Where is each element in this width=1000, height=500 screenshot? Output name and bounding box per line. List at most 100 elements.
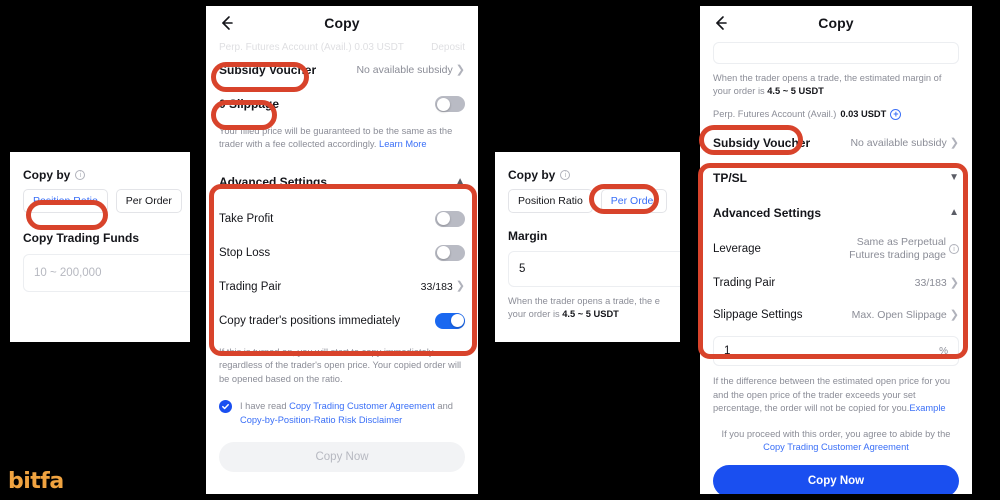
panel2-header: Copy [206, 6, 478, 40]
copy-trading-funds-placeholder: 10 ~ 200,000 [34, 267, 102, 279]
margin-input[interactable]: 5 [508, 251, 680, 287]
subsidy-voucher-row[interactable]: Subsidy Voucher No available subsidy ❯ [713, 125, 959, 161]
advanced-settings-label: Advanced Settings [219, 174, 328, 189]
learn-more-link[interactable]: Learn More [379, 139, 427, 149]
plus-circle-icon[interactable]: + [890, 109, 902, 121]
copy-trading-funds-input[interactable]: 10 ~ 200,000 [23, 254, 190, 292]
chevron-right-icon: ❯ [949, 308, 959, 321]
agreement-text: I have read Copy Trading Customer Agreem… [240, 400, 453, 428]
slippage-settings-value: Max. Open Slippage ❯ [852, 309, 959, 321]
futures-account-value: 0.03 USDT [840, 108, 887, 119]
zero-slippage-toggle[interactable] [435, 96, 465, 112]
copy-now-button[interactable]: Copy Now [713, 464, 959, 494]
screenshot-canvas: Copy by i Position Ratio Per Order Copy … [0, 0, 1000, 500]
leverage-label: Leverage [713, 243, 761, 256]
slippage-note-line2: trader with a fee collected accordingly. [219, 139, 380, 150]
margin-note-amount: 4.5 ~ 5 USDT [767, 86, 824, 97]
advanced-settings-header[interactable]: Advanced Settings ▲ [713, 195, 959, 231]
subsidy-voucher-value-text: No available subsidy [850, 137, 947, 150]
take-profit-toggle[interactable] [435, 210, 465, 227]
slippage-explain-note: If the difference between the estimated … [713, 375, 959, 415]
take-profit-row[interactable]: Take Profit [219, 202, 465, 236]
subsidy-voucher-label: Subsidy Voucher [219, 63, 317, 77]
leverage-value: Same as Perpetual Futures trading page i [849, 236, 959, 263]
margin-input-clipped[interactable] [713, 42, 959, 64]
agreement-link-disclaimer[interactable]: Copy-by-Position-Ratio Risk Disclaimer [240, 415, 402, 425]
panel-copy-position-ratio-full: Copy Perp. Futures Account (Avail.) 0.03… [206, 6, 478, 494]
chevron-up-icon: ▲ [949, 207, 959, 219]
slippage-settings-row[interactable]: Slippage Settings Max. Open Slippage ❯ [713, 299, 959, 331]
agreement-row[interactable]: I have read Copy Trading Customer Agreem… [219, 400, 465, 428]
margin-note-line2: your order is [508, 309, 563, 320]
chevron-right-icon: ❯ [949, 276, 959, 289]
margin-note-line2: your order is [713, 86, 768, 97]
advanced-settings-header[interactable]: Advanced Settings ▲ [219, 162, 465, 202]
margin-note-line1: When the trader opens a trade, the estim… [713, 73, 942, 83]
advanced-settings-label: Advanced Settings [713, 206, 822, 221]
copy-immediately-toggle[interactable] [435, 312, 465, 329]
copy-now-button-disabled[interactable]: Copy Now [219, 442, 465, 473]
zero-slippage-row[interactable]: 0 Slippage [219, 87, 465, 121]
info-icon[interactable]: i [75, 170, 86, 180]
margin-note-line1: When the trader opens a trade, the e [508, 296, 660, 306]
futures-account-label: Perp. Futures Account (Avail.) [713, 108, 837, 119]
stop-loss-row[interactable]: Stop Loss [219, 236, 465, 270]
tpsl-label: TP/SL [713, 171, 748, 186]
zero-slippage-label: 0 Slippage [219, 97, 280, 111]
example-link[interactable]: Example [909, 403, 945, 413]
agreement-note-text: If you proceed with this order, you agre… [721, 428, 951, 439]
stop-loss-label: Stop Loss [219, 246, 271, 259]
chevron-down-icon: ▼ [949, 172, 959, 184]
info-icon[interactable]: i [949, 244, 959, 255]
subsidy-voucher-label: Subsidy Voucher [713, 136, 811, 151]
segment-position-ratio[interactable]: Position Ratio [23, 189, 108, 213]
copy-immediately-label: Copy trader's positions immediately [219, 314, 401, 327]
watermark-bitfa: bitfa [8, 469, 64, 494]
segment-per-order[interactable]: Per Order [600, 189, 667, 213]
stop-loss-toggle[interactable] [435, 244, 465, 261]
segment-per-order[interactable]: Per Order [115, 189, 182, 213]
slippage-note: Your filled price will be guaranteed to … [219, 125, 465, 152]
copy-by-label: Copy by [508, 168, 556, 182]
tpsl-row[interactable]: TP/SL ▼ [713, 161, 959, 195]
trading-pair-value-text: 33/183 [914, 277, 947, 290]
copy-immediately-note: If this is turned on, you will start to … [219, 346, 462, 384]
chevron-right-icon: ❯ [455, 63, 465, 76]
copy-immediately-row[interactable]: Copy trader's positions immediately [219, 304, 465, 338]
margin-estimate-note: When the trader opens a trade, the e you… [508, 295, 667, 322]
trading-pair-row[interactable]: Trading Pair 33/183 ❯ [713, 267, 959, 299]
segment-position-ratio[interactable]: Position Ratio [508, 189, 593, 213]
agreement-link-customer[interactable]: Copy Trading Customer Agreement [763, 442, 909, 452]
leverage-row[interactable]: Leverage Same as Perpetual Futures tradi… [713, 231, 959, 267]
margin-estimate-note: When the trader opens a trade, the estim… [713, 72, 959, 99]
futures-account-row: Perp. Futures Account (Avail.) 0.03 USDT… [713, 108, 959, 121]
trading-pair-value: 33/183 ❯ [421, 281, 465, 293]
chevron-right-icon: ❯ [949, 136, 959, 149]
panel-copy-by-per-order: Copy by i Position Ratio Per Order Margi… [495, 152, 680, 342]
panel-copy-by-position-ratio: Copy by i Position Ratio Per Order Copy … [10, 152, 190, 342]
take-profit-label: Take Profit [219, 212, 274, 225]
copy-by-segmented-control[interactable]: Position Ratio Per Order [508, 189, 667, 213]
slippage-percent-unit: % [939, 345, 948, 357]
checkbox-checked-icon[interactable] [219, 400, 232, 414]
clipped-account-label: Perp. Futures Account (Avail.) 0.03 USDT [219, 42, 404, 53]
agreement-link-customer[interactable]: Copy Trading Customer Agreement [289, 401, 435, 411]
copy-by-segmented-control[interactable]: Position Ratio Per Order [23, 189, 182, 213]
chevron-up-icon: ▲ [455, 175, 465, 187]
slippage-settings-label: Slippage Settings [713, 309, 803, 322]
subsidy-voucher-row[interactable]: Subsidy Voucher No available subsidy ❯ [219, 53, 465, 87]
copy-by-label: Copy by [23, 168, 71, 182]
panel2-title: Copy [324, 15, 360, 31]
trading-pair-row[interactable]: Trading Pair 33/183 ❯ [219, 270, 465, 304]
subsidy-voucher-value: No available subsidy ❯ [356, 64, 465, 76]
copy-trading-funds-label: Copy Trading Funds [23, 231, 139, 245]
info-icon[interactable]: i [560, 170, 571, 180]
trading-pair-label: Trading Pair [713, 277, 776, 290]
slippage-percent-input[interactable]: 1 % [713, 336, 959, 367]
back-icon[interactable] [712, 14, 730, 32]
leverage-value-text: Same as Perpetual Futures trading page [849, 235, 946, 262]
margin-label: Margin [508, 229, 548, 243]
back-icon[interactable] [218, 14, 236, 32]
clipped-account-value: Deposit [431, 42, 465, 53]
trading-pair-value-text: 33/183 [420, 280, 453, 293]
